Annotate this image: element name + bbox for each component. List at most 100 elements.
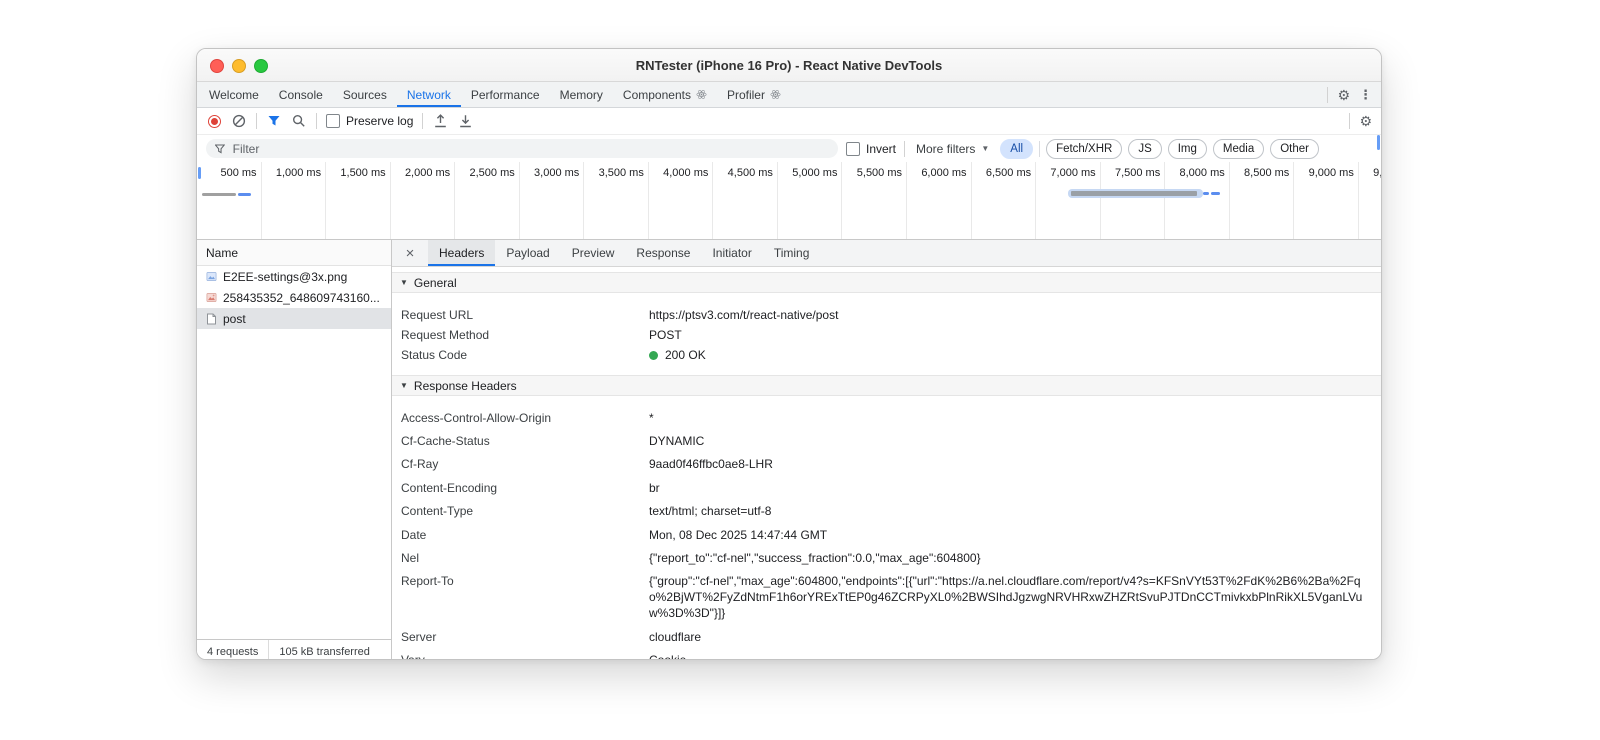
request-details-panel: × Headers Payload Preview Response Initiator… [392, 240, 1381, 659]
timeline-tick: 8,500 ms [1230, 162, 1295, 239]
filter-pill-img[interactable]: Img [1167, 138, 1207, 159]
toolbar-separator [316, 113, 317, 129]
status-ok-dot-icon [649, 351, 658, 360]
timeline-tick: 9,000 ms [1294, 162, 1359, 239]
header-name: Nel [401, 550, 420, 565]
filter-input[interactable] [230, 140, 829, 157]
tab-performance[interactable]: Performance [461, 82, 550, 107]
network-status-bar: 4 requests 105 kB transferred [197, 639, 391, 659]
filter-pill-js[interactable]: JS [1128, 138, 1162, 159]
header-row-vary: VaryCookie [392, 648, 1381, 659]
toolbar-right: ⚙ [1349, 113, 1372, 129]
header-value: https://ptsv3.com/t/react-native/post [649, 308, 839, 322]
request-row-e2ee-settings-3x-png[interactable]: E2EE-settings@3x.png [197, 266, 391, 287]
request-name: E2EE-settings@3x.png [223, 269, 348, 284]
filter-input-wrap[interactable] [206, 139, 838, 158]
invert-control[interactable]: Invert [846, 141, 896, 156]
details-tab-initiator[interactable]: Initiator [701, 240, 762, 266]
tab-profiler[interactable]: Profiler [717, 82, 791, 107]
tab-sources[interactable]: Sources [333, 82, 397, 107]
waterfall-bar [1203, 192, 1209, 195]
filter-pill-media[interactable]: Media [1212, 138, 1265, 159]
header-row-cf-cache-status: Cf-Cache-Status DYNAMIC [392, 429, 1381, 452]
timeline-tick: 1,000 ms [262, 162, 327, 239]
settings-gear-icon[interactable]: ⚙ [1337, 88, 1350, 102]
preserve-log-control[interactable]: Preserve log [326, 114, 413, 128]
header-value: {"group":"cf-nel","max_age":604800,"endp… [649, 574, 1363, 621]
overview-left-handle[interactable] [198, 167, 201, 179]
tab-console[interactable]: Console [269, 82, 333, 107]
disclosure-triangle-icon: ▼ [400, 278, 408, 287]
clear-icon[interactable] [231, 113, 247, 129]
network-overview-timeline[interactable]: 500 ms 1,000 ms 1,500 ms 2,000 ms 2,500 ms 3,… [197, 162, 1381, 240]
header-name: Status Code [401, 348, 468, 362]
search-icon[interactable] [291, 113, 307, 129]
import-har-icon[interactable] [432, 113, 448, 129]
more-filters-button[interactable]: More filters ▼ [913, 142, 992, 156]
request-row-post[interactable]: post [197, 308, 391, 329]
header-row-request-url: Request URL https://ptsv3.com/t/react-nat… [392, 305, 1381, 325]
image-red-icon [205, 292, 217, 304]
export-har-icon[interactable] [457, 113, 473, 129]
waterfall-bar [1211, 192, 1220, 195]
fullscreen-window-button[interactable] [254, 59, 268, 73]
details-tabbar: × Headers Payload Preview Response Initiator… [392, 240, 1381, 267]
header-name: Server [401, 629, 437, 644]
section-header-response-headers[interactable]: ▼ Response Headers [392, 375, 1381, 396]
timeline-tick: 2,000 ms [391, 162, 456, 239]
waterfall-bar [202, 193, 236, 196]
section-header-general[interactable]: ▼ General [392, 272, 1381, 293]
details-tab-response[interactable]: Response [625, 240, 701, 266]
timeline-tick: 6,500 ms [972, 162, 1037, 239]
record-stop-icon[interactable] [206, 113, 222, 129]
requests-panel: Name E2EE-settings@3x.png 258435352_64860… [197, 240, 392, 659]
document-file-icon [206, 313, 216, 324]
more-options-kebab-icon[interactable]: ⋮ [1359, 88, 1372, 101]
filter-pill-other[interactable]: Other [1270, 138, 1319, 159]
tab-components[interactable]: Components [613, 82, 717, 107]
close-window-button[interactable] [210, 59, 224, 73]
details-tab-preview[interactable]: Preview [561, 240, 626, 266]
details-tab-timing[interactable]: Timing [763, 240, 821, 266]
filter-pill-fetch-xhr[interactable]: Fetch/XHR [1046, 138, 1123, 159]
header-value: POST [649, 328, 682, 342]
timeline-tick: 9,500 ms [1359, 162, 1381, 239]
filter-pill-all[interactable]: All [1000, 138, 1034, 159]
toolbar-separator [904, 140, 906, 157]
preserve-log-checkbox[interactable] [326, 114, 340, 128]
tab-label: Memory [559, 87, 603, 102]
scrollbar-thumb[interactable] [1377, 135, 1380, 150]
tab-welcome[interactable]: Welcome [199, 82, 269, 107]
filter-funnel-small-icon [215, 143, 225, 154]
toolbar-separator [256, 113, 257, 129]
network-filter-row: Invert More filters ▼ All Fetch/XHRJSImgM… [197, 135, 1381, 162]
timeline-tick: 3,000 ms [520, 162, 585, 239]
header-name: Date [401, 527, 427, 542]
tab-memory[interactable]: Memory [550, 82, 613, 107]
network-content: Name E2EE-settings@3x.png 258435352_64860… [197, 240, 1381, 659]
name-column-header[interactable]: Name [197, 240, 391, 266]
network-toolbar: Preserve log ⚙ [197, 108, 1381, 135]
header-row-report-to: Report-To {"group":"cf-nel","max_age":604… [392, 570, 1381, 625]
details-tabs: Headers Payload Preview Response Initiator Ti… [428, 240, 820, 266]
timeline-tick: 4,000 ms [649, 162, 714, 239]
invert-checkbox[interactable] [846, 141, 860, 156]
tab-network[interactable]: Network [397, 82, 461, 107]
header-name: Request URL [401, 308, 474, 322]
details-tab-headers[interactable]: Headers [428, 240, 496, 266]
close-details-icon[interactable]: × [392, 240, 428, 266]
request-list: E2EE-settings@3x.png 258435352_6486097431… [197, 266, 391, 329]
header-value: 9aad0f46ffbc0ae8-LHR [649, 457, 773, 472]
details-tab-payload[interactable]: Payload [495, 240, 560, 266]
waterfall-bar-selected [1068, 189, 1203, 198]
timeline-tick: 2,500 ms [455, 162, 520, 239]
network-settings-gear-icon[interactable]: ⚙ [1359, 114, 1372, 128]
filter-funnel-icon[interactable] [266, 113, 282, 129]
minimize-window-button[interactable] [232, 59, 246, 73]
tab-label: Profiler [726, 87, 765, 102]
tab-label: Network [406, 87, 451, 102]
request-row-258435352-648609743160[interactable]: 258435352_648609743160... [197, 287, 391, 308]
tab-label: Components [622, 87, 691, 102]
window-titlebar[interactable]: RNTester (iPhone 16 Pro) - React Native … [197, 49, 1381, 82]
header-row-status-code: Status Code 200 OK [392, 345, 1381, 365]
